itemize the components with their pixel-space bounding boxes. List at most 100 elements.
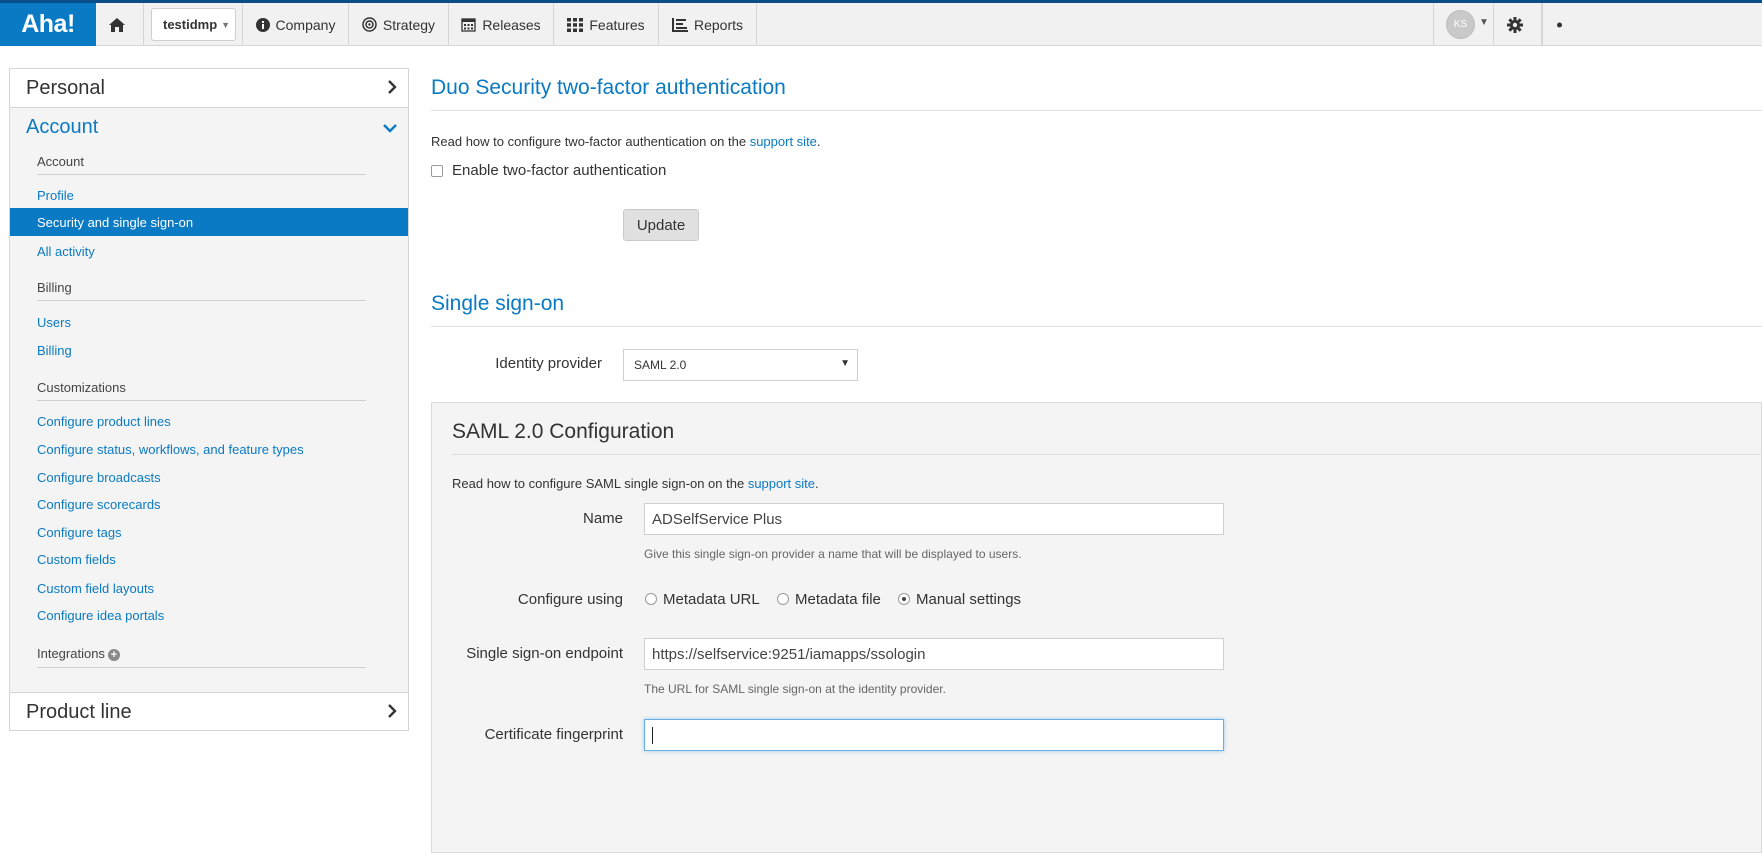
nav-features-label: Features <box>589 16 645 33</box>
aha-logo[interactable]: Aha! <box>0 3 96 46</box>
radio-metadata-url[interactable] <box>645 593 657 605</box>
sidebar-item-configure-status[interactable]: Configure status, workflows, and feature… <box>37 442 304 457</box>
duo-help-text: Read how to configure two-factor authent… <box>431 134 821 149</box>
sidebar-item-custom-field-layouts[interactable]: Custom field layouts <box>37 581 154 596</box>
home-icon <box>108 17 125 32</box>
chevron-down-icon <box>383 124 397 133</box>
workspace-selector[interactable]: testidmp ▼ <box>151 8 236 41</box>
chevron-right-icon <box>388 704 397 718</box>
sidebar-account-label: Account <box>26 115 99 138</box>
identity-provider-value: SAML 2.0 <box>634 358 687 372</box>
settings-button[interactable] <box>1494 3 1542 46</box>
name-field-value: ADSelfService Plus <box>652 510 783 528</box>
sidebar-account-panel: Account Account Profile Security and sin… <box>10 107 408 693</box>
nav-strategy-label: Strategy <box>382 16 436 33</box>
sidebar-group-account: Account <box>37 154 84 169</box>
sidebar-item-custom-fields[interactable]: Custom fields <box>37 552 116 567</box>
sidebar-section-account[interactable]: Account <box>10 108 408 146</box>
certificate-fingerprint-label: Certificate fingerprint <box>484 726 623 743</box>
certificate-fingerprint-field[interactable] <box>644 719 1224 751</box>
sidebar-item-configure-tags[interactable]: Configure tags <box>37 525 122 540</box>
nav-features[interactable]: Features <box>554 3 659 46</box>
sso-section-title: Single sign-on <box>431 292 565 315</box>
chevron-down-icon: ▼ <box>1479 17 1489 28</box>
report-icon <box>671 17 688 32</box>
sidebar-item-configure-scorecards[interactable]: Configure scorecards <box>37 497 161 512</box>
name-help-text: Give this single sign-on provider a name… <box>644 547 1022 561</box>
sidebar-item-configure-product-lines[interactable]: Configure product lines <box>37 414 171 429</box>
info-circle-icon <box>255 17 270 32</box>
nav-reports[interactable]: Reports <box>659 3 757 46</box>
enable-two-factor-label[interactable]: Enable two-factor authentication <box>452 162 666 179</box>
sidebar-section-product-line[interactable]: Product line <box>10 693 408 731</box>
radio-metadata-file[interactable] <box>777 593 789 605</box>
sidebar-item-profile[interactable]: Profile <box>37 188 74 203</box>
sidebar-group-customizations: Customizations <box>37 380 126 395</box>
duo-help-prefix: Read how to configure two-factor authent… <box>431 134 750 149</box>
target-icon <box>362 17 377 32</box>
settings-sidebar: Personal Account Account Profile Securit… <box>9 68 409 731</box>
text-cursor <box>652 726 653 744</box>
sidebar-item-configure-broadcasts[interactable]: Configure broadcasts <box>37 470 161 485</box>
sidebar-group-billing: Billing <box>37 280 72 295</box>
saml-help-text: Read how to configure SAML single sign-o… <box>452 476 819 491</box>
divider <box>37 400 366 401</box>
sso-endpoint-label: Single sign-on endpoint <box>466 645 623 662</box>
divider <box>431 110 1762 111</box>
configure-using-label: Configure using <box>517 591 623 608</box>
nav-reports-label: Reports <box>693 16 744 33</box>
duo-support-site-link[interactable]: support site <box>750 134 817 149</box>
top-navigation-bar: Aha! testidmp ▼ Company Strategy Release… <box>0 3 1762 46</box>
chevron-down-icon: ▼ <box>221 20 230 30</box>
enable-two-factor-checkbox[interactable] <box>431 165 443 177</box>
saml-config-title: SAML 2.0 Configuration <box>452 420 675 443</box>
saml-help-prefix: Read how to configure SAML single sign-o… <box>452 476 748 491</box>
avatar[interactable]: KS <box>1446 10 1475 39</box>
nav-company-label: Company <box>275 16 336 33</box>
nav-releases-label: Releases <box>482 16 541 33</box>
divider <box>37 174 366 175</box>
sidebar-item-all-activity[interactable]: All activity <box>37 244 95 259</box>
sso-endpoint-value: https://selfservice:9251/iamapps/ssologi… <box>652 645 926 663</box>
saml-config-panel <box>431 402 1762 853</box>
nav-strategy[interactable]: Strategy <box>349 3 449 46</box>
grid-icon <box>567 17 584 32</box>
nav-company[interactable]: Company <box>243 3 349 46</box>
duo-section-title: Duo Security two-factor authentication <box>431 76 786 99</box>
divider <box>37 667 366 668</box>
sidebar-item-security[interactable]: Security and single sign-on <box>10 208 408 236</box>
sso-endpoint-help-text: The URL for SAML single sign-on at the i… <box>644 682 946 696</box>
dropdown-arrow-icon: ▼ <box>840 358 850 369</box>
sidebar-item-configure-idea-portals[interactable]: Configure idea portals <box>37 608 164 623</box>
divider <box>452 454 1762 455</box>
name-field[interactable]: ADSelfService Plus <box>644 503 1224 535</box>
duo-help-suffix: . <box>816 134 821 149</box>
identity-provider-label: Identity provider <box>495 355 602 372</box>
divider <box>431 326 1762 327</box>
calendar-icon <box>461 18 476 32</box>
saml-help-suffix: . <box>815 476 819 491</box>
sidebar-section-personal[interactable]: Personal <box>10 69 408 107</box>
home-button[interactable] <box>96 3 144 46</box>
nav-releases[interactable]: Releases <box>449 3 554 46</box>
chevron-right-icon <box>388 80 397 94</box>
radio-metadata-url-label[interactable]: Metadata URL <box>663 591 760 608</box>
identity-provider-select[interactable]: SAML 2.0 ▼ <box>623 349 858 381</box>
radio-manual-settings-label[interactable]: Manual settings <box>916 591 1021 608</box>
workspace-name: testidmp <box>163 17 218 32</box>
sidebar-integrations-label: Integrations <box>37 646 105 661</box>
sidebar-group-integrations: Integrations + <box>37 646 120 661</box>
saml-support-site-link[interactable]: support site <box>748 476 815 491</box>
sidebar-product-line-label: Product line <box>26 700 132 723</box>
divider <box>37 300 366 301</box>
sidebar-item-billing[interactable]: Billing <box>37 343 72 358</box>
help-button[interactable] <box>1542 3 1562 46</box>
add-integration-icon[interactable]: + <box>107 649 120 661</box>
radio-manual-settings[interactable] <box>898 593 910 605</box>
radio-metadata-file-label[interactable]: Metadata file <box>795 591 881 608</box>
update-button[interactable]: Update <box>623 209 699 241</box>
sidebar-item-users[interactable]: Users <box>37 315 71 330</box>
sso-endpoint-field[interactable]: https://selfservice:9251/iamapps/ssologi… <box>644 638 1224 670</box>
help-icon <box>1557 22 1562 27</box>
gear-icon <box>1506 16 1523 33</box>
